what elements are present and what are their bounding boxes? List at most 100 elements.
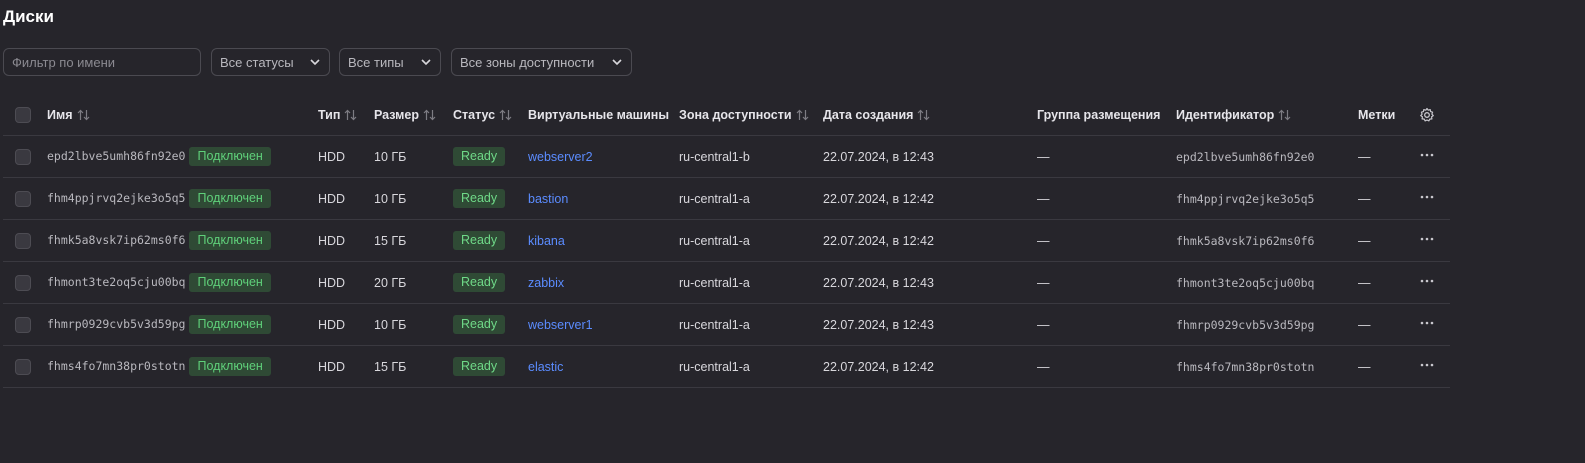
row-checkbox[interactable] xyxy=(15,316,31,333)
more-dots-icon[interactable] xyxy=(1419,273,1435,289)
disk-size: 10 ГБ xyxy=(374,177,453,220)
row-menu-cell xyxy=(1419,135,1450,178)
disk-name-cell: fhmont3te2oq5cju00bq Подключен xyxy=(47,261,318,304)
row-checkbox[interactable] xyxy=(15,190,31,207)
select-all-checkbox[interactable] xyxy=(15,107,31,123)
more-dots-icon[interactable] xyxy=(1419,315,1435,331)
header-zone[interactable]: Зона доступности xyxy=(679,95,823,136)
vm-link[interactable]: bastion xyxy=(528,192,568,206)
disk-labels: — xyxy=(1358,219,1419,262)
table-row[interactable]: fhmont3te2oq5cju00bq Подключен HDD 20 ГБ … xyxy=(3,261,1450,304)
row-select-cell xyxy=(3,261,47,304)
table-row[interactable]: fhmk5a8vsk7ip62ms0f6 Подключен HDD 15 ГБ … xyxy=(3,219,1450,262)
disk-placement: — xyxy=(1037,261,1176,304)
header-status[interactable]: Статус xyxy=(453,95,528,136)
more-dots-icon[interactable] xyxy=(1419,357,1435,373)
header-type[interactable]: Тип xyxy=(318,95,374,136)
header-size[interactable]: Размер xyxy=(374,95,453,136)
disk-created: 22.07.2024, в 12:42 xyxy=(823,219,1037,262)
header-settings xyxy=(1419,95,1450,136)
row-checkbox[interactable] xyxy=(15,148,31,165)
disk-zone: ru-central1-a xyxy=(679,177,823,220)
row-select-cell xyxy=(3,303,47,346)
page-title: Диски xyxy=(3,7,54,26)
table-header-row: Имя Тип Размер Статус Виртуальные машины… xyxy=(3,95,1450,136)
disk-status-cell: Ready xyxy=(453,219,528,262)
type-select[interactable]: Все типы xyxy=(339,48,441,76)
sort-arrows-icon xyxy=(499,109,512,121)
row-menu-cell xyxy=(1419,261,1450,304)
header-id-label: Идентификатор xyxy=(1176,108,1275,122)
attached-badge: Подключен xyxy=(189,273,271,292)
table-body: epd2lbve5umh86fn92e0 Подключен HDD 10 ГБ … xyxy=(3,135,1450,388)
sort-arrows-icon xyxy=(423,109,436,121)
disk-name[interactable]: fhm4ppjrvq2ejke3o5q5 xyxy=(47,191,185,205)
row-checkbox[interactable] xyxy=(15,232,31,249)
disk-size: 10 ГБ xyxy=(374,135,453,178)
disk-created: 22.07.2024, в 12:42 xyxy=(823,177,1037,220)
table-row[interactable]: fhmrp0929cvb5v3d59pg Подключен HDD 10 ГБ … xyxy=(3,303,1450,346)
disk-name[interactable]: fhmk5a8vsk7ip62ms0f6 xyxy=(47,233,185,247)
disk-name[interactable]: fhmont3te2oq5cju00bq xyxy=(47,275,185,289)
disk-name[interactable]: epd2lbve5umh86fn92e0 xyxy=(47,149,185,163)
chevron-down-icon xyxy=(310,59,320,66)
row-checkbox[interactable] xyxy=(15,358,31,375)
header-name[interactable]: Имя xyxy=(47,95,318,136)
chevron-down-icon xyxy=(421,59,431,66)
row-menu-cell xyxy=(1419,177,1450,220)
disk-name[interactable]: fhmrp0929cvb5v3d59pg xyxy=(47,317,185,331)
header-type-label: Тип xyxy=(318,108,341,122)
status-select[interactable]: Все статусы xyxy=(211,48,330,76)
more-dots-icon[interactable] xyxy=(1419,147,1435,163)
header-created[interactable]: Дата создания xyxy=(823,95,1037,136)
row-checkbox[interactable] xyxy=(15,274,31,291)
vm-link[interactable]: elastic xyxy=(528,360,563,374)
sort-arrows-icon xyxy=(77,109,89,121)
table-row[interactable]: fhm4ppjrvq2ejke3o5q5 Подключен HDD 10 ГБ … xyxy=(3,177,1450,220)
attached-badge: Подключен xyxy=(189,231,271,250)
table-row[interactable]: fhms4fo7mn38pr0stotn Подключен HDD 15 ГБ … xyxy=(3,345,1450,388)
type-select-value: Все типы xyxy=(348,54,404,70)
status-badge: Ready xyxy=(453,231,506,250)
name-filter-input[interactable] xyxy=(3,48,201,76)
attached-badge: Подключен xyxy=(189,357,271,376)
disk-size: 15 ГБ xyxy=(374,219,453,262)
disk-created: 22.07.2024, в 12:43 xyxy=(823,135,1037,178)
disk-status-cell: Ready xyxy=(453,345,528,388)
disks-table: Имя Тип Размер Статус Виртуальные машины… xyxy=(3,95,1450,388)
table-row[interactable]: epd2lbve5umh86fn92e0 Подключен HDD 10 ГБ … xyxy=(3,135,1450,178)
header-status-label: Статус xyxy=(453,108,496,122)
disk-type: HDD xyxy=(318,219,374,262)
disk-type: HDD xyxy=(318,303,374,346)
header-zone-label: Зона доступности xyxy=(679,108,792,122)
vm-link[interactable]: webserver2 xyxy=(528,150,593,164)
attached-badge: Подключен xyxy=(189,189,271,208)
disk-id: epd2lbve5umh86fn92e0 xyxy=(1176,135,1358,178)
disk-labels: — xyxy=(1358,303,1419,346)
gear-icon[interactable] xyxy=(1419,107,1435,123)
disk-type: HDD xyxy=(318,135,374,178)
disk-id: fhmrp0929cvb5v3d59pg xyxy=(1176,303,1358,346)
zone-select[interactable]: Все зоны доступности xyxy=(451,48,632,76)
disk-created: 22.07.2024, в 12:43 xyxy=(823,303,1037,346)
vm-link[interactable]: zabbix xyxy=(528,276,564,290)
header-id[interactable]: Идентификатор xyxy=(1176,95,1358,136)
disk-zone: ru-central1-b xyxy=(679,135,823,178)
disk-name[interactable]: fhms4fo7mn38pr0stotn xyxy=(47,359,185,373)
disk-name-cell: fhms4fo7mn38pr0stotn Подключен xyxy=(47,345,318,388)
vm-cell: webserver2 xyxy=(528,135,679,178)
status-badge: Ready xyxy=(453,147,506,166)
row-select-cell xyxy=(3,219,47,262)
header-labels: Метки xyxy=(1358,95,1419,136)
more-dots-icon[interactable] xyxy=(1419,231,1435,247)
more-dots-icon[interactable] xyxy=(1419,189,1435,205)
vm-link[interactable]: webserver1 xyxy=(528,318,593,332)
zone-select-value: Все зоны доступности xyxy=(460,54,595,70)
disk-size: 20 ГБ xyxy=(374,261,453,304)
disk-name-cell: epd2lbve5umh86fn92e0 Подключен xyxy=(47,135,318,178)
disk-size: 10 ГБ xyxy=(374,303,453,346)
vm-link[interactable]: kibana xyxy=(528,234,565,248)
disk-placement: — xyxy=(1037,177,1176,220)
sort-arrows-icon xyxy=(796,109,808,121)
disk-placement: — xyxy=(1037,303,1176,346)
